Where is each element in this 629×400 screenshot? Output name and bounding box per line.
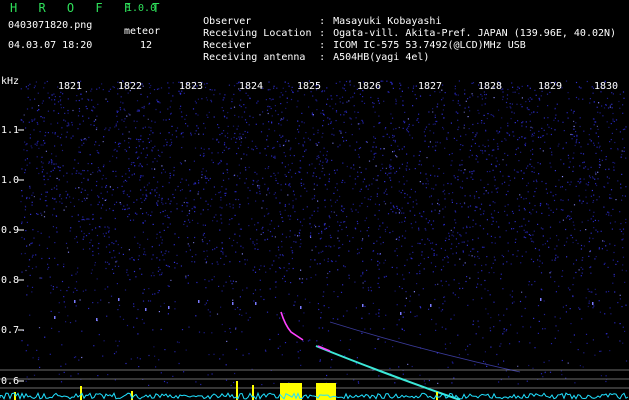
y-tick-label: 0.6 xyxy=(1,376,19,387)
x-axis-labels: 1821 1822 1823 1824 1825 1826 1827 1828 … xyxy=(58,81,618,92)
file-name: 0403071820.png xyxy=(8,20,93,31)
baseline-noise xyxy=(0,391,629,400)
ping-echo xyxy=(96,318,98,321)
y-tick-label: 1.0 xyxy=(1,175,19,186)
x-tick-label: 1823 xyxy=(179,81,203,92)
ping-echo xyxy=(54,316,56,319)
ping-echo xyxy=(430,304,432,307)
axis-ticks xyxy=(18,129,24,382)
ping-echo xyxy=(168,306,170,309)
ping-echo xyxy=(592,302,594,305)
ping-echo xyxy=(198,300,200,303)
meta-key: Receiving antenna xyxy=(203,52,306,63)
reference-lines xyxy=(0,369,629,389)
app-version: 1.0.0 xyxy=(126,3,157,14)
x-tick-label: 1830 xyxy=(594,81,618,92)
ping-echo xyxy=(255,302,257,305)
ping-echo xyxy=(118,298,120,301)
x-tick-label: 1821 xyxy=(58,81,82,92)
y-tick-label: 0.9 xyxy=(1,225,19,236)
meta-antenna: Receiving antenna: A504HB(yagi 4el) xyxy=(203,52,430,63)
ping-echo xyxy=(400,312,402,315)
head-echo xyxy=(280,311,304,341)
burst-echo xyxy=(316,383,336,400)
meta-value: A504HB(yagi 4el) xyxy=(333,52,430,63)
noise-field xyxy=(20,80,628,387)
count-label: meteor xyxy=(124,26,161,37)
x-tick-label: 1829 xyxy=(538,81,562,92)
ping-echo xyxy=(74,300,76,303)
meteor-count: 12 xyxy=(140,40,153,51)
ping-echo xyxy=(232,302,234,305)
ping-echo xyxy=(145,308,147,311)
x-tick-label: 1822 xyxy=(118,81,142,92)
burst-echo xyxy=(252,385,254,400)
y-tick-label: 0.7 xyxy=(1,325,19,336)
x-tick-label: 1825 xyxy=(297,81,321,92)
ping-echo xyxy=(362,304,364,307)
x-tick-label: 1824 xyxy=(239,81,263,92)
date-time: 04.03.07 18:20 xyxy=(8,40,93,51)
x-tick-label: 1828 xyxy=(478,81,502,92)
y-axis-labels: 1.1 1.0 0.9 0.8 0.7 0.6 xyxy=(1,125,19,387)
meteor-trail xyxy=(315,345,461,400)
hrofft-window: kHz 1.1 1.0 0.9 0.8 0.7 0.6 1821 1822 18… xyxy=(0,0,629,400)
meteor-signals xyxy=(0,298,629,400)
burst-echo xyxy=(330,390,332,400)
ping-echo xyxy=(540,298,542,301)
y-tick-label: 0.8 xyxy=(1,275,19,286)
y-tick-label: 1.1 xyxy=(1,125,19,136)
x-tick-label: 1827 xyxy=(418,81,442,92)
x-tick-label: 1826 xyxy=(357,81,381,92)
y-axis-unit: kHz xyxy=(1,76,19,87)
ping-echo xyxy=(300,306,302,309)
